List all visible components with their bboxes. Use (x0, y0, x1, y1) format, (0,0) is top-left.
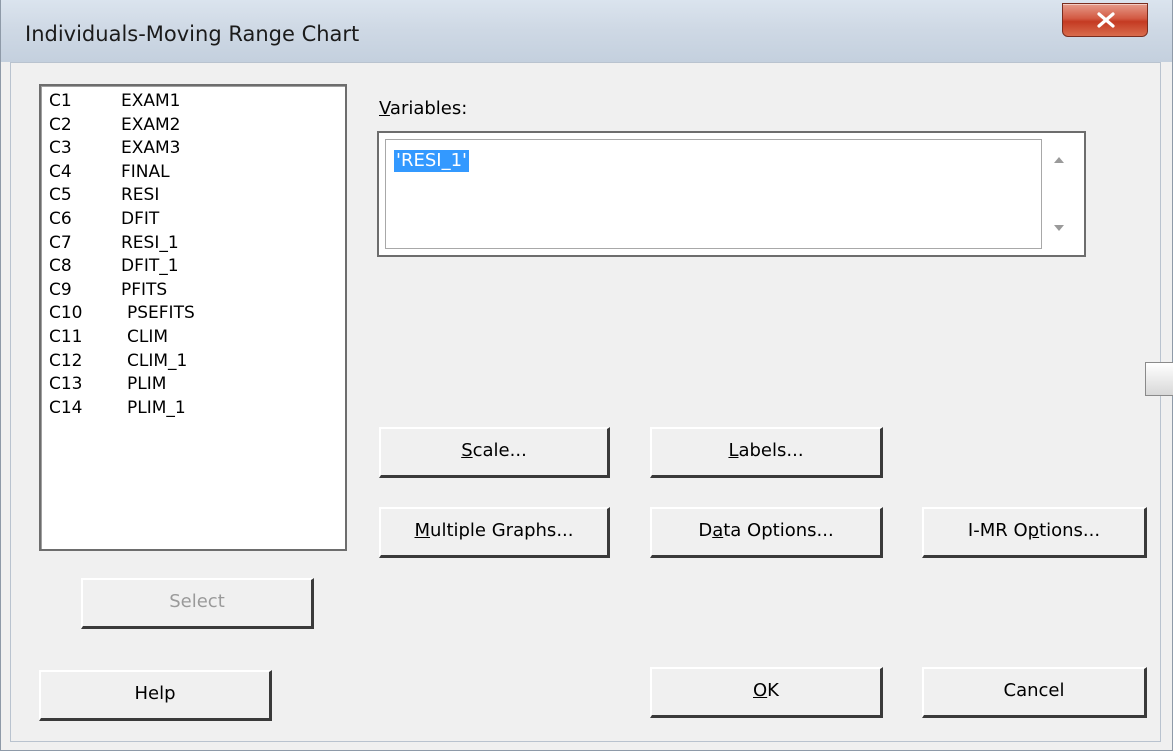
variables-label-text: ariables: (389, 98, 468, 119)
list-item[interactable]: C7 RESI_1 (49, 233, 345, 257)
side-tab[interactable] (1145, 362, 1173, 396)
imr-options-prefix: I-MR O (967, 520, 1028, 541)
list-item[interactable]: C2 EXAM2 (49, 115, 345, 139)
column-name: RESI (121, 185, 160, 206)
data-options-button[interactable]: Data Options... (650, 507, 883, 558)
column-name: PSEFITS (127, 303, 195, 324)
column-id: C11 (49, 326, 83, 347)
column-id: C1 (49, 91, 72, 111)
column-name: DFIT_1 (121, 256, 179, 277)
window-title: Individuals-Moving Range Chart (25, 22, 360, 46)
column-name: PLIM_1 (127, 397, 186, 418)
column-id: C13 (49, 374, 83, 395)
triangle-down-icon[interactable] (1051, 221, 1067, 235)
close-x-icon (1097, 12, 1115, 28)
variables-selected-value[interactable]: 'RESI_1' (394, 150, 469, 172)
list-item[interactable]: C10 PSEFITS (49, 303, 345, 327)
labels-button[interactable]: Labels... (650, 427, 883, 478)
title-bar[interactable]: Individuals-Moving Range Chart (1, 0, 1172, 62)
column-name: PFITS (121, 279, 168, 300)
multiple-label: ultiple Graphs... (430, 520, 574, 541)
ok-button[interactable]: OK (650, 667, 883, 718)
column-name: EXAM3 (121, 138, 181, 159)
variables-input-inner[interactable]: 'RESI_1' (385, 139, 1042, 249)
variables-label-accel: V (379, 98, 390, 119)
column-name: CLIM (127, 326, 169, 347)
variables-label: Variables: (379, 98, 467, 119)
column-name: EXAM2 (121, 114, 181, 135)
list-item[interactable]: C8 DFIT_1 (49, 256, 345, 280)
column-id: C2 (49, 114, 72, 135)
list-item[interactable]: C4 FINAL (49, 162, 345, 186)
imr-options-button[interactable]: I-MR Options... (922, 507, 1147, 558)
list-item[interactable]: C3 EXAM3 (49, 138, 345, 162)
dialog-window: Individuals-Moving Range Chart C1 EXAM1 C2… (0, 0, 1173, 751)
column-id: C9 (49, 279, 72, 300)
close-button[interactable] (1062, 3, 1148, 37)
data-options-label: ta Options... (723, 520, 834, 541)
multiple-graphs-button[interactable]: Multiple Graphs... (379, 507, 610, 558)
triangle-up-icon[interactable] (1051, 153, 1067, 167)
cancel-button[interactable]: Cancel (922, 667, 1147, 718)
column-id: C7 (49, 232, 72, 253)
column-name: PLIM (127, 374, 167, 395)
column-name: DFIT (121, 208, 160, 229)
column-id: C8 (49, 256, 72, 277)
column-id: C6 (49, 208, 72, 229)
list-item[interactable]: C5 RESI (49, 185, 345, 209)
select-button[interactable]: Select (81, 578, 314, 629)
column-name: CLIM_1 (127, 350, 188, 371)
list-item[interactable]: C14 PLIM_1 (49, 398, 345, 422)
ok-label: K (767, 680, 779, 701)
column-id: C14 (49, 397, 83, 418)
ok-accel: O (753, 680, 768, 701)
scale-accel: S (461, 440, 473, 461)
column-id: C4 (49, 161, 72, 182)
column-id: C10 (49, 303, 83, 324)
column-id: C3 (49, 138, 72, 159)
column-id: C5 (49, 185, 72, 206)
scale-button[interactable]: Scale... (379, 427, 610, 478)
scale-label: cale... (472, 440, 527, 461)
multiple-accel: M (414, 520, 431, 541)
help-button[interactable]: Help (39, 670, 272, 721)
list-item[interactable]: C11 CLIM (49, 327, 345, 351)
list-item[interactable]: C12 CLIM_1 (49, 351, 345, 375)
column-id: C12 (49, 350, 83, 371)
imr-options-accel: p (1027, 520, 1040, 541)
list-item[interactable]: C13 PLIM (49, 374, 345, 398)
list-item[interactable]: C9 PFITS (49, 280, 345, 304)
column-name: FINAL (121, 161, 170, 182)
labels-label: abels... (738, 440, 804, 461)
variables-input[interactable]: 'RESI_1' (377, 131, 1086, 257)
data-options-prefix: D (698, 520, 713, 541)
list-item[interactable]: C1 EXAM1 (49, 91, 345, 115)
list-item[interactable]: C6 DFIT (49, 209, 345, 233)
column-list[interactable]: C1 EXAM1 C2 EXAM2 C3 EXAM3 C4 FINAL C5 RESI C6 DFIT… (39, 84, 347, 551)
labels-accel: L (728, 440, 739, 461)
column-name: RESI_1 (121, 232, 179, 253)
imr-options-label: tions... (1039, 520, 1101, 541)
column-name: EXAM1 (121, 91, 181, 111)
data-options-accel: a (712, 520, 724, 541)
